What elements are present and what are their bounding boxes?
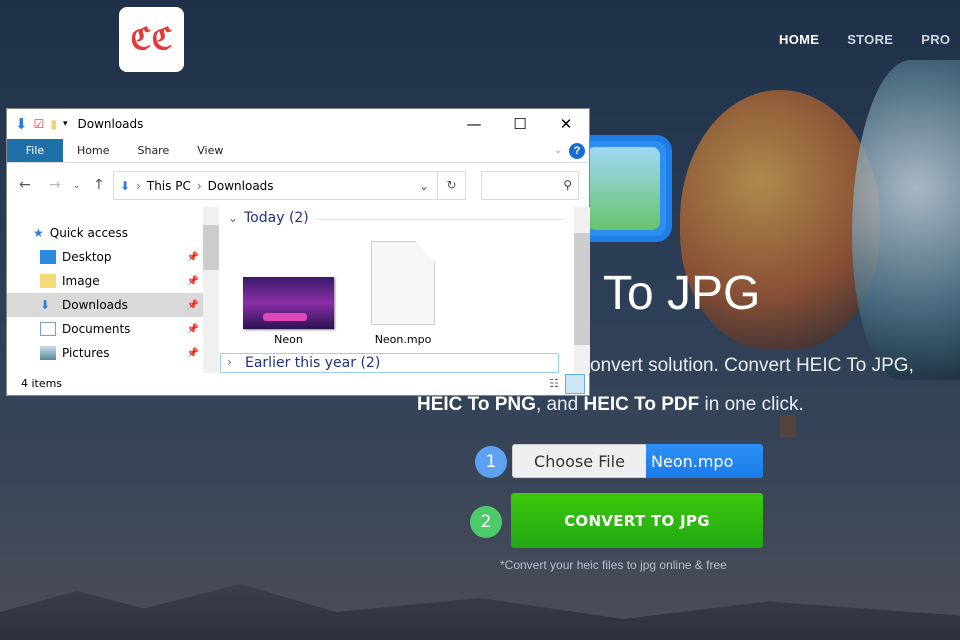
search-box[interactable]: ⚲ (481, 171, 579, 200)
subtitle-line2: HEIC To PNG, and HEIC To PDF in one clic… (417, 394, 804, 416)
details-view-icon[interactable]: ☷ (549, 373, 559, 395)
label: Desktop (62, 250, 112, 264)
site-logo[interactable]: ℭℭ (119, 7, 184, 72)
close-button[interactable]: ✕ (543, 109, 589, 139)
pin-icon: 📌 (186, 275, 199, 287)
star-icon: ★ (33, 226, 44, 240)
tab-home[interactable]: Home (63, 139, 123, 162)
label: Quick access (49, 226, 128, 240)
tab-file[interactable]: File (7, 139, 63, 162)
file-explorer-window: ⬇ ☑ ▮ ▾ Downloads — ☐ ✕ File Home Share … (6, 108, 590, 396)
collapse-chevron-icon[interactable]: ⌄ (228, 211, 238, 225)
address-bar[interactable]: ⬇ › This PC › Downloads ⌄ (113, 171, 438, 200)
page-title: To JPG (603, 267, 761, 320)
mountains (0, 584, 960, 640)
step-2-badge: 2 (470, 506, 502, 538)
label: Documents (62, 322, 131, 336)
forward-icon[interactable]: → (49, 177, 61, 193)
navigation-pane: ★ Quick access Desktop 📌 Image 📌 ⬇ Downloads… (7, 207, 203, 373)
sidebar-item-downloads[interactable]: ⬇ Downloads 📌 (7, 293, 203, 317)
heic-to-pdf: HEIC To PDF (583, 394, 700, 415)
up-icon[interactable]: ↑ (93, 177, 105, 193)
content-scrollbar[interactable] (574, 207, 590, 373)
help-icon[interactable]: ? (569, 143, 585, 159)
sidebar-item-desktop[interactable]: Desktop 📌 (7, 245, 203, 269)
top-nav: HOME STORE PRO (779, 32, 950, 47)
text: , and (535, 394, 584, 415)
address-dropdown-icon[interactable]: ⌄ (419, 179, 429, 193)
downloads-icon: ⬇ (40, 298, 51, 312)
large-icons-view-icon[interactable] (565, 374, 585, 394)
downloads-icon: ⬇ (120, 178, 131, 193)
subtitle-line1: onvert solution. Convert HEIC To JPG, (590, 355, 914, 376)
tab-share[interactable]: Share (123, 139, 183, 162)
group-earlier: Earlier this year (2) (245, 355, 381, 371)
nav-home[interactable]: HOME (779, 32, 819, 47)
minimize-button[interactable]: — (451, 109, 497, 139)
sidebar-item-image[interactable]: Image 📌 (7, 269, 203, 293)
item-count: 4 items (21, 377, 63, 390)
pin-icon: 📌 (186, 299, 199, 311)
back-icon[interactable]: ← (19, 177, 31, 193)
window-title: Downloads (77, 117, 144, 131)
breadcrumb-downloads[interactable]: Downloads (208, 179, 274, 193)
pin-icon: 📌 (186, 347, 199, 359)
expand-ribbon-icon[interactable]: ⌄ (554, 143, 563, 156)
file-name-neon-mpo[interactable]: Neon.mpo (358, 333, 448, 346)
sidebar-item-documents[interactable]: Documents 📌 (7, 317, 203, 341)
pictures-icon (40, 346, 56, 360)
label: Downloads (62, 298, 128, 312)
documents-icon (40, 322, 56, 336)
balloon-basket (780, 415, 796, 437)
customize-dropdown-icon[interactable]: ▾ (63, 119, 68, 129)
text: in one click. (699, 394, 804, 415)
choose-file-button[interactable]: Choose File (512, 444, 647, 478)
desktop-icon (40, 250, 56, 264)
neon-mpo-file-icon[interactable] (371, 241, 435, 325)
status-bar: 4 items ☷ (7, 373, 589, 395)
heic-to-png: HEIC To PNG (417, 394, 536, 415)
pin-icon: 📌 (186, 323, 199, 335)
nav-store[interactable]: STORE (847, 32, 893, 47)
address-row: ← → ⌄ ↑ ⬇ › This PC › Downloads ⌄ ↻ ⚲ (7, 167, 589, 201)
breadcrumb-this-pc[interactable]: This PC (147, 179, 191, 193)
expand-chevron-icon: › (227, 355, 232, 369)
search-icon: ⚲ (563, 178, 572, 192)
file-list: ⌄ Today (2) Neon Neon.mpo › Earlier this… (220, 207, 575, 373)
group-earlier-row[interactable]: › Earlier this year (2) (220, 353, 559, 373)
tab-view[interactable]: View (183, 139, 237, 162)
folder-icon (40, 274, 56, 288)
step-1-badge: 1 (475, 446, 507, 478)
sidebar-scrollbar[interactable] (203, 207, 219, 373)
folder-icon[interactable]: ▮ (50, 117, 57, 131)
convert-note: *Convert your heic files to jpg online &… (500, 558, 727, 572)
sidebar-item-quick-access[interactable]: ★ Quick access (7, 221, 203, 245)
neon-thumbnail[interactable] (243, 277, 334, 329)
recent-dropdown-icon[interactable]: ⌄ (73, 181, 81, 191)
label: Image (62, 274, 100, 288)
refresh-icon[interactable]: ↻ (438, 171, 466, 200)
selected-file-name: Neon.mpo (646, 444, 763, 478)
sidebar-item-pictures[interactable]: Pictures 📌 (7, 341, 203, 365)
nav-pro[interactable]: PRO (921, 32, 950, 47)
group-today[interactable]: Today (2) (244, 210, 309, 226)
ribbon-tabs: File Home Share View (7, 139, 589, 163)
file-name-neon[interactable]: Neon (243, 333, 334, 346)
convert-button[interactable]: CONVERT TO JPG (511, 493, 763, 548)
properties-icon[interactable]: ☑ (34, 117, 45, 131)
pin-icon: 📌 (186, 251, 199, 263)
label: Pictures (62, 346, 110, 360)
download-arrow-icon: ⬇ (15, 115, 28, 133)
maximize-button[interactable]: ☐ (497, 109, 543, 139)
balloon-image (852, 60, 960, 380)
